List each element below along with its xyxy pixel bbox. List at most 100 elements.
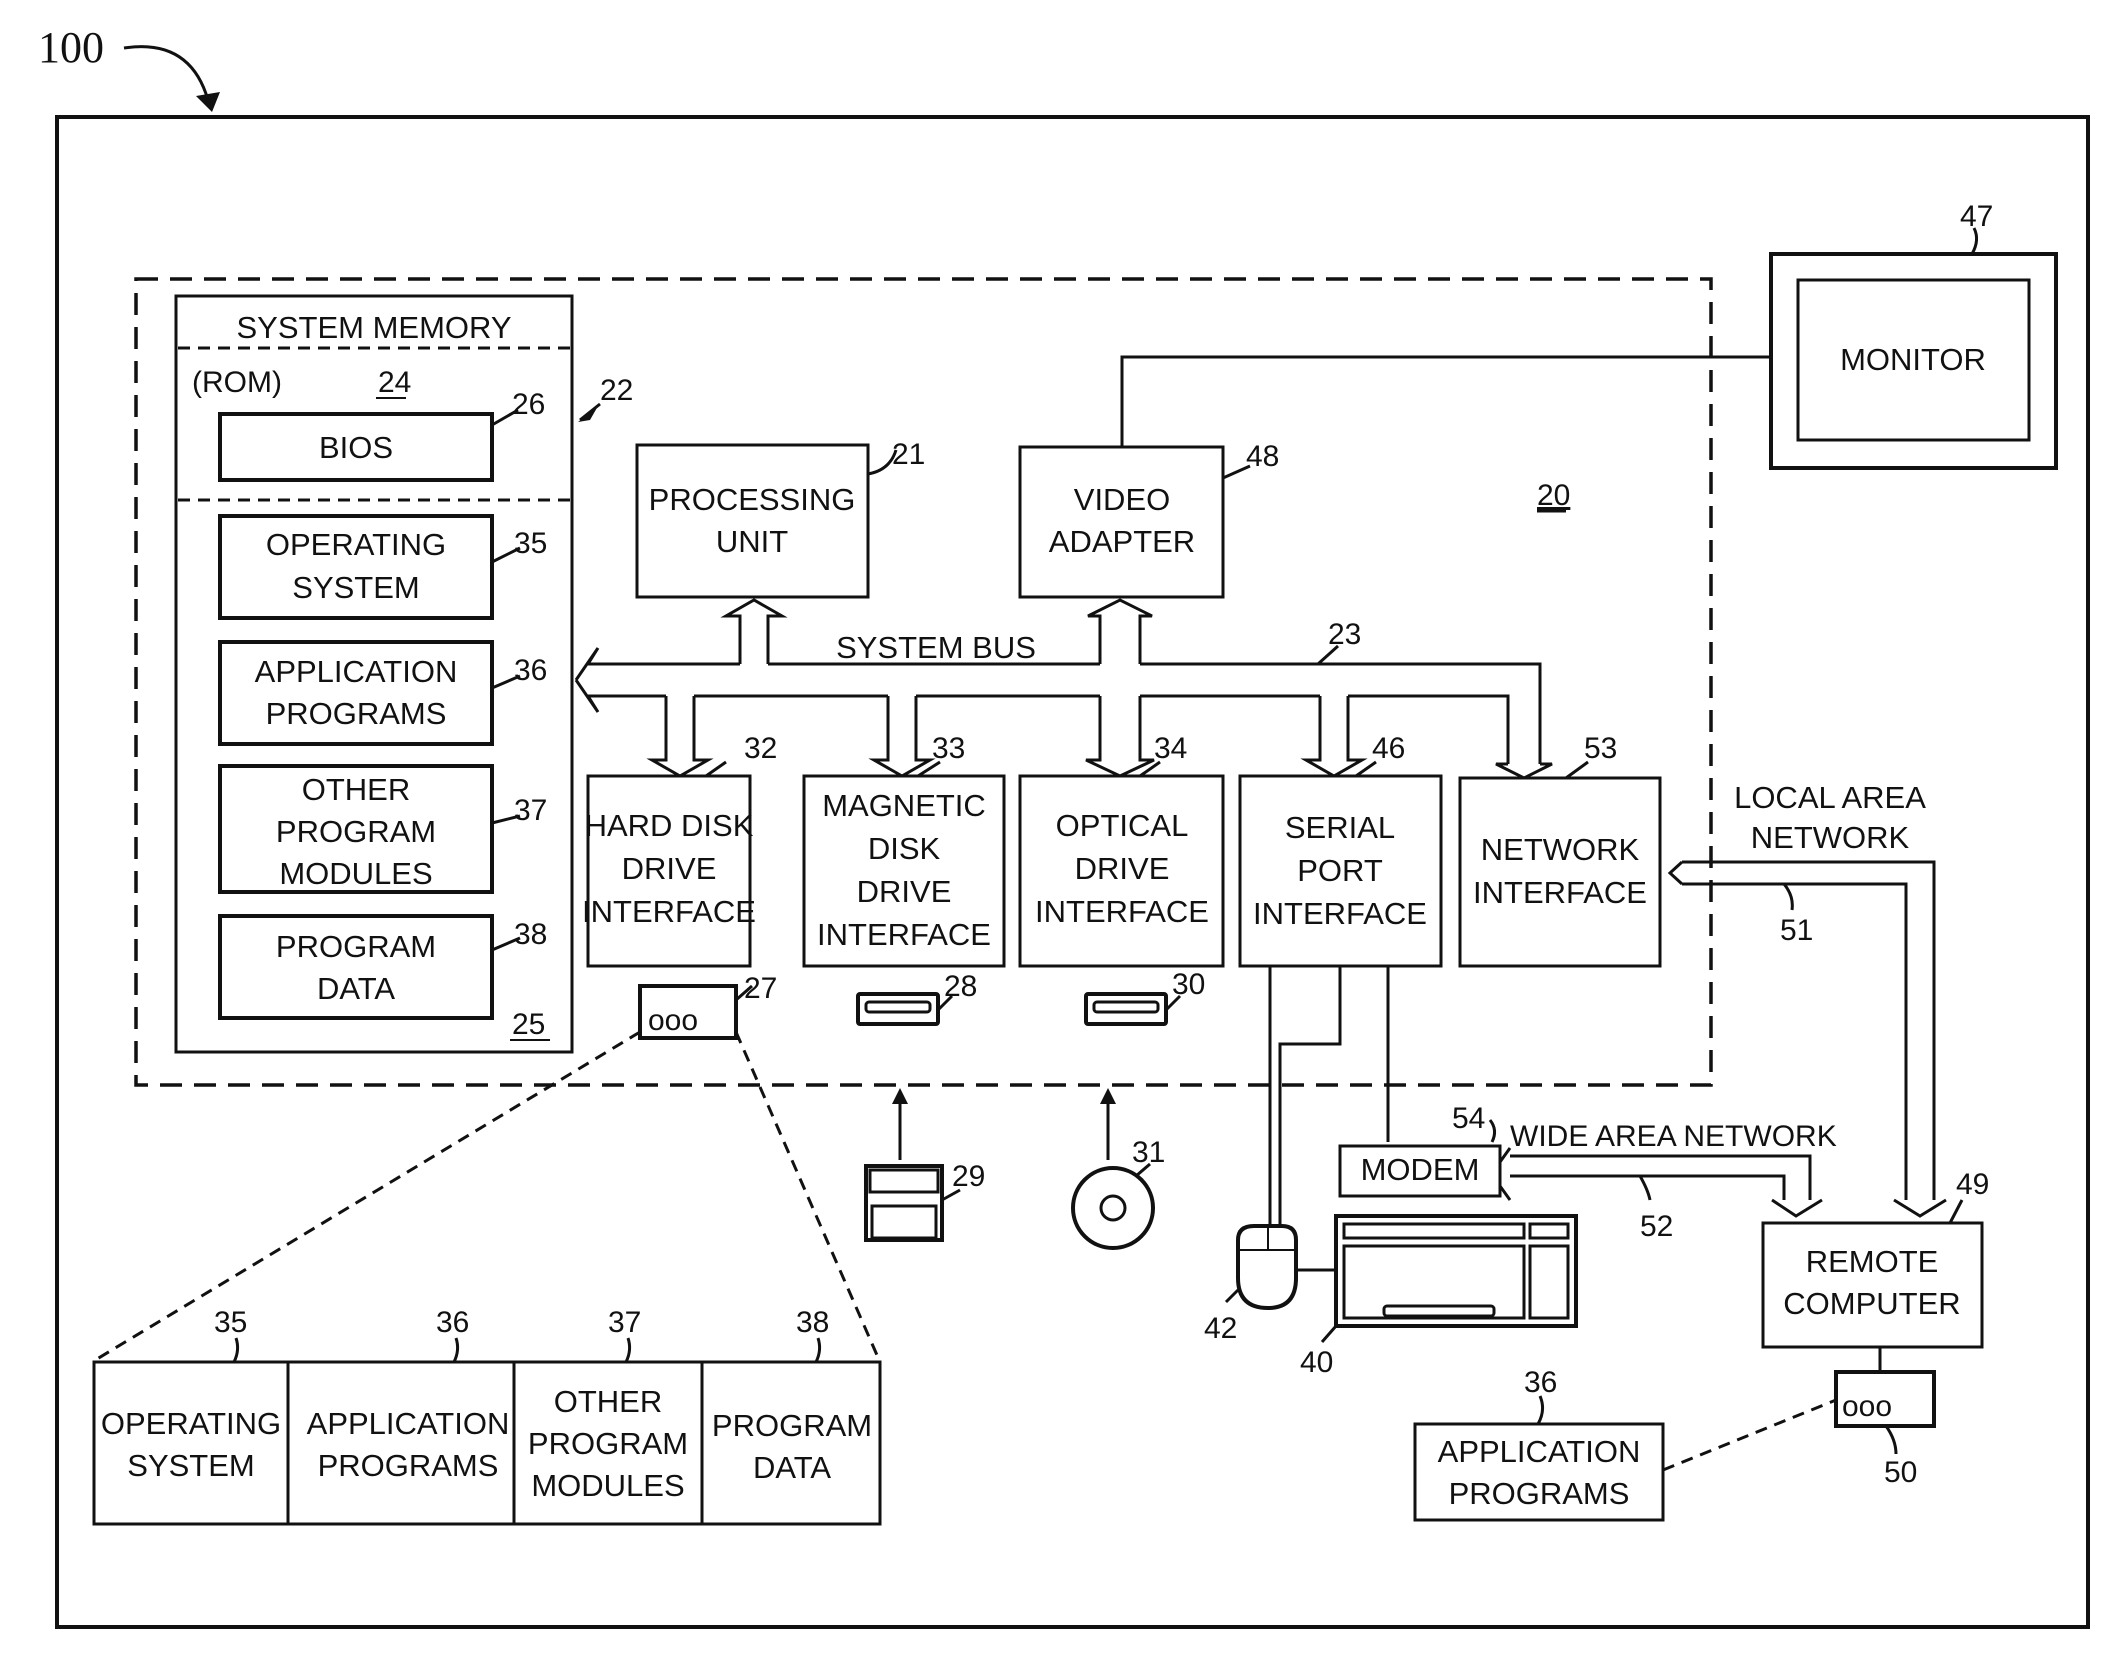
system-bus-lower-rail [588,694,1510,764]
interface-label-line: INTERFACE [582,894,756,929]
expanded-leader [814,1337,822,1363]
processing-unit-label-line: UNIT [716,524,788,559]
ram-item-ref: 37 [514,794,547,827]
wan-label: WIDE AREA NETWORK [1510,1120,1837,1153]
wan-link [1510,1154,1812,1200]
remote-computer-box [1761,1221,1984,1349]
remote-computer-label-line: COMPUTER [1783,1286,1960,1321]
expanded-operating-system-box [92,1360,290,1526]
interface-label-line: PORT [1297,853,1383,888]
system-bus-memory-arrowhead [574,647,600,713]
interface-label-line: SERIAL [1285,810,1395,845]
system-memory: SYSTEM MEMORY (ROM) 24 BIOS 26 OPERATING… [174,294,574,1054]
remote-computer-ref: 49 [1956,1168,1989,1201]
interface-ref: 33 [932,732,965,765]
keyboard-icon [1334,1214,1578,1328]
interface-label-line: HARD DISK [585,808,754,843]
expanded-label-line: PROGRAM [712,1408,872,1443]
floppy-disk-icon [864,1164,944,1242]
floppy-ref: 29 [952,1160,985,1193]
hard-disk-glyph: ooo [648,1004,698,1037]
modem-leader [1488,1119,1497,1143]
monitor-label: MONITOR [1840,342,1986,377]
bios-label: BIOS [319,430,393,465]
processing-unit-label-line: PROCESSING [649,482,856,517]
figure-pointer-arrowhead [196,92,220,112]
remote-storage-glyph: ooo [1842,1390,1892,1423]
keyboard-leader [1320,1325,1338,1343]
processing-unit-ref: 21 [892,438,925,471]
rom-label: (ROM) [192,366,282,399]
ram-item-ref: 38 [514,918,547,951]
bus-branch-video-adapter [1087,598,1153,664]
bus-branch-network-interface [1495,762,1553,780]
wan-leader [1638,1175,1652,1201]
remote-computer-label-line: REMOTE [1806,1244,1939,1279]
disc-insert-arrowhead [1100,1088,1116,1104]
ram-item-label-line: PROGRAM [276,814,436,849]
rom-ref: 24 [378,366,411,399]
interface-label-line: DRIVE [622,851,717,886]
interface-ref: 53 [1584,732,1617,765]
interface-leader [705,760,727,778]
expanded-label-line: SYSTEM [127,1448,254,1483]
system-memory-ref: 22 [600,374,633,407]
interface-label-line: INTERFACE [1253,896,1427,931]
figure-number: 100 [38,23,104,72]
interface-ref: 46 [1372,732,1405,765]
modem-ref: 54 [1452,1102,1485,1135]
interface-label-line: INTERFACE [1035,894,1209,929]
expanded-ref: 38 [796,1306,829,1339]
wan-remote-arrowhead [1771,1198,1823,1218]
expanded-leader [452,1337,460,1363]
interface-label-line: MAGNETIC [822,788,986,823]
expanded-leader [624,1337,632,1363]
hard-disk-ref: 27 [744,972,777,1005]
magnetic-disk-drive-icon [856,992,940,1026]
bus-branch-processing-unit [720,598,788,664]
wan-ref: 52 [1640,1210,1673,1243]
system-memory-title: SYSTEM MEMORY [236,310,511,345]
bus-branch-optical-interface [1085,696,1155,778]
system-bus-label: SYSTEM BUS [836,630,1036,665]
monitor-ref: 47 [1960,200,1993,233]
processing-unit-box [635,443,870,599]
remote-app-storage-link [1662,1398,1837,1472]
lan-leader [1782,883,1794,911]
expanded-label-line: APPLICATION [307,1406,510,1441]
remote-computer-leader [1948,1199,1964,1224]
expanded-ref: 35 [214,1306,247,1339]
interface-label-line: INTERFACE [817,917,991,952]
ram-item-label-line: PROGRAMS [266,696,447,731]
video-adapter-box [1018,445,1225,599]
expanded-label-line: PROGRAMS [318,1448,499,1483]
expanded-label-line: OTHER [554,1384,663,1419]
interface-ref: 34 [1154,732,1187,765]
mouse-cable-b [1278,966,1342,1226]
interfaces-row: HARD DISK DRIVE INTERFACE 32 MAGNETIC DI… [582,732,1662,968]
bus-branch-serial-interface [1300,696,1368,778]
expanded-application-programs-box [286,1360,516,1526]
expanded-leader [232,1337,240,1363]
remote-app-leader [1536,1395,1545,1425]
expanded-storage-contents: OPERATING SYSTEM 35 APPLICATION PROGRAMS… [92,1306,882,1526]
remote-app-label-line: PROGRAMS [1449,1476,1630,1511]
network-interface-box [1458,776,1662,968]
ram-item-ref: 35 [514,527,547,560]
video-adapter-ref: 48 [1246,440,1279,473]
bus-branch-hard-disk-interface [646,696,714,778]
ram-item-label-line: SYSTEM [292,570,419,605]
bus-branch-magnetic-interface [868,696,936,778]
video-monitor-cable [1120,355,1771,447]
magnetic-drive-ref: 28 [944,970,977,1003]
optical-drive-ref: 30 [1172,968,1205,1001]
optical-disc-icon [1071,1166,1155,1250]
lan-ref: 51 [1780,914,1813,947]
bios-ref: 26 [512,388,545,421]
optical-drive-icon [1084,992,1168,1026]
figure-pointer-arrow [123,45,210,101]
interface-label-line: OPTICAL [1056,808,1189,843]
remote-storage-leader [1884,1425,1898,1455]
interface-ref: 32 [744,732,777,765]
expanded-ref: 36 [436,1306,469,1339]
